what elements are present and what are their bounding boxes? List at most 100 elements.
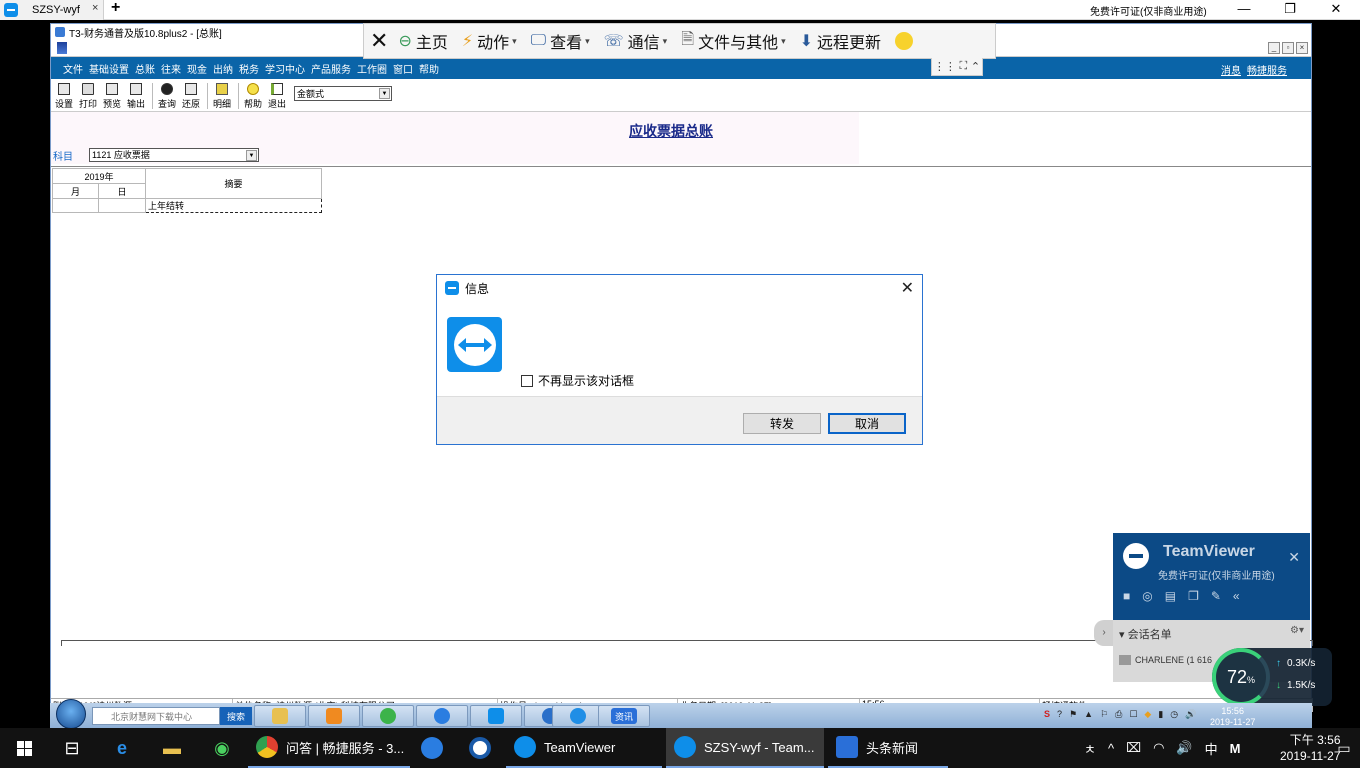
table-row[interactable]: 上年结转 — [52, 198, 322, 213]
pen-icon[interactable]: ✎ — [1211, 589, 1221, 603]
menu-file[interactable]: 文件 — [63, 61, 83, 76]
tab-szsy-wyf[interactable]: SZSY-wyf × — [0, 0, 104, 20]
volume-icon[interactable]: 🔊 — [1185, 709, 1196, 720]
toolbar-handle[interactable]: ⋮⋮ ⛶ ⌃ — [931, 58, 983, 76]
show-hidden-icon[interactable]: ▲ — [1084, 709, 1093, 720]
session-list-header[interactable]: ▾ 会话名单 — [1119, 626, 1172, 642]
remote-app-ie[interactable] — [552, 705, 604, 727]
expand-panel-icon[interactable]: › — [1094, 620, 1114, 646]
help-tray-icon[interactable]: ? — [1057, 709, 1062, 720]
menu-tax[interactable]: 税务 — [239, 61, 259, 76]
menu-workcircle[interactable]: 工作圈 — [357, 61, 387, 76]
preview-button[interactable]: 预览 — [101, 83, 123, 111]
chat-icon[interactable]: ▤ — [1165, 589, 1176, 603]
mdi-restore-icon[interactable]: ▫ — [1282, 42, 1294, 54]
restore-button[interactable]: 还原 — [180, 83, 202, 111]
maximize-icon[interactable]: ❐ — [1270, 1, 1310, 17]
display-icon[interactable]: ☐ — [1129, 709, 1137, 720]
exit-button[interactable]: 退出 — [266, 83, 288, 111]
task-szsy-teamviewer[interactable]: SZSY-wyf - Team... — [666, 728, 824, 768]
fullscreen-icon[interactable]: ⛶ — [960, 60, 968, 73]
print-button[interactable]: 打印 — [77, 83, 99, 111]
smiley-feedback-icon[interactable] — [895, 32, 914, 50]
remote-app-media[interactable] — [308, 705, 360, 727]
input-method-icon[interactable]: 中 — [1205, 739, 1218, 758]
cancel-button[interactable]: 取消 — [828, 413, 906, 434]
task-teamviewer[interactable]: TeamViewer — [506, 728, 662, 768]
show-hidden-icons[interactable]: ^ — [1108, 741, 1114, 756]
toolbar-actions[interactable]: ⚡ 动作 ▾ — [462, 29, 517, 53]
network-monitor[interactable]: 72% ↑ 0.3K/s ↓ 1.5K/s — [1212, 648, 1332, 706]
toolbar-remote-update[interactable]: ⬇ 远程更新 — [800, 29, 881, 53]
action-center-icon[interactable]: ⚐ — [1100, 709, 1108, 720]
sogou-ime-icon[interactable]: S — [1044, 709, 1050, 720]
toolbar-home[interactable]: ⊖ 主页 — [398, 29, 447, 53]
remote-search-button[interactable]: 搜索 — [220, 707, 252, 725]
ime-mode-icon[interactable]: M — [1230, 741, 1241, 756]
forward-button[interactable]: 转发 — [743, 413, 821, 434]
printer-icon[interactable]: ⎙ — [1115, 709, 1122, 720]
new-tab-icon[interactable]: + — [111, 0, 120, 17]
task-sogou[interactable] — [408, 728, 456, 768]
gear-icon[interactable]: ⚙▾ — [1290, 625, 1304, 636]
remote-desktop[interactable]: T3-财务通普及版10.8plus2 - [总账] _ ▫ × 文件 基础设置 … — [0, 20, 1360, 729]
menu-cash[interactable]: 现金 — [187, 61, 207, 76]
summary-cell[interactable]: 上年结转 — [145, 198, 322, 213]
collapse-panel-icon[interactable]: « — [1233, 589, 1240, 603]
task-quicktime[interactable] — [456, 728, 504, 768]
close-session-icon[interactable]: ✕ — [370, 28, 388, 54]
remote-app-wechat[interactable] — [362, 705, 414, 727]
session-user[interactable]: CHARLENE (1 616 — [1119, 655, 1212, 665]
dont-show-again-checkbox[interactable] — [521, 374, 533, 387]
minimize-icon[interactable]: — — [1224, 1, 1264, 16]
file-explorer-icon[interactable]: ▬ — [148, 728, 196, 768]
remote-app-folder[interactable] — [254, 705, 306, 727]
month-cell[interactable] — [52, 198, 99, 213]
task-toutiao-news[interactable]: 头条新闻 — [828, 728, 948, 768]
toolbar-communicate[interactable]: ☏ 通信 ▾ — [604, 29, 668, 53]
export-button[interactable]: 输出 — [125, 83, 147, 111]
help-button[interactable]: 帮助 — [242, 83, 264, 111]
tab-close-icon[interactable]: × — [92, 2, 98, 14]
security-icon[interactable]: ◆ — [1144, 709, 1151, 720]
edge-icon[interactable]: e — [98, 728, 146, 768]
remote-app-sogou[interactable] — [416, 705, 468, 727]
collapse-icon[interactable]: ⌃ — [971, 60, 980, 73]
query-button[interactable]: 查询 — [156, 83, 178, 111]
menu-window[interactable]: 窗口 — [393, 61, 413, 76]
mdi-close-icon[interactable]: × — [1296, 42, 1308, 54]
task-chrome-qa[interactable]: 问答 | 畅捷服务 - 3... — [248, 728, 410, 768]
menu-product-service[interactable]: 产品服务 — [311, 61, 351, 76]
remote-app-news[interactable]: 资讯 — [598, 705, 650, 727]
dont-show-again-option[interactable]: 不再显示该对话框 — [521, 372, 634, 389]
people-icon[interactable]: ㅊ — [1084, 739, 1096, 758]
day-cell[interactable] — [98, 198, 146, 213]
360-browser-icon[interactable]: ◉ — [198, 728, 246, 768]
remote-app-teamviewer[interactable] — [470, 705, 522, 727]
menu-cashier[interactable]: 出纳 — [213, 61, 233, 76]
flag-icon[interactable]: ⚑ — [1069, 709, 1077, 720]
menu-basic-settings[interactable]: 基础设置 — [89, 61, 129, 76]
format-select[interactable]: 金额式 ▼ — [294, 86, 392, 101]
notification-center-icon[interactable]: ▭ — [1328, 728, 1360, 768]
battery-icon[interactable]: ⌧ — [1126, 740, 1141, 756]
files-icon[interactable]: ❐ — [1188, 589, 1199, 603]
menu-help[interactable]: 帮助 — [419, 61, 439, 76]
headset-icon[interactable]: ◎ — [1142, 589, 1152, 603]
toolbar-view[interactable]: 🖵 查看 ▾ — [531, 29, 590, 53]
close-icon[interactable]: ✕ — [901, 278, 914, 298]
subject-select[interactable]: 1121 应收票据 ▼ — [89, 148, 259, 162]
task-view-icon[interactable]: ⊟ — [48, 728, 96, 768]
network-icon[interactable]: ▮ — [1158, 709, 1163, 720]
start-button[interactable] — [0, 728, 48, 768]
mdi-minimize-icon[interactable]: _ — [1268, 42, 1280, 54]
grid-icon[interactable]: ⋮⋮ — [934, 60, 956, 73]
volume-icon[interactable]: 🔊 — [1176, 740, 1192, 756]
video-icon[interactable]: ■ — [1123, 589, 1130, 603]
clock-tray-icon[interactable]: ◷ — [1170, 709, 1178, 720]
chanjet-service-link[interactable]: 畅捷服务 — [1247, 62, 1287, 77]
settings-button[interactable]: 设置 — [53, 83, 75, 111]
toolbar-files[interactable]: 🗎 文件与其他 ▾ — [681, 28, 785, 55]
remote-search-input[interactable]: 北京财慧网下载中心 — [92, 707, 220, 725]
menu-accounts[interactable]: 往来 — [161, 61, 181, 76]
